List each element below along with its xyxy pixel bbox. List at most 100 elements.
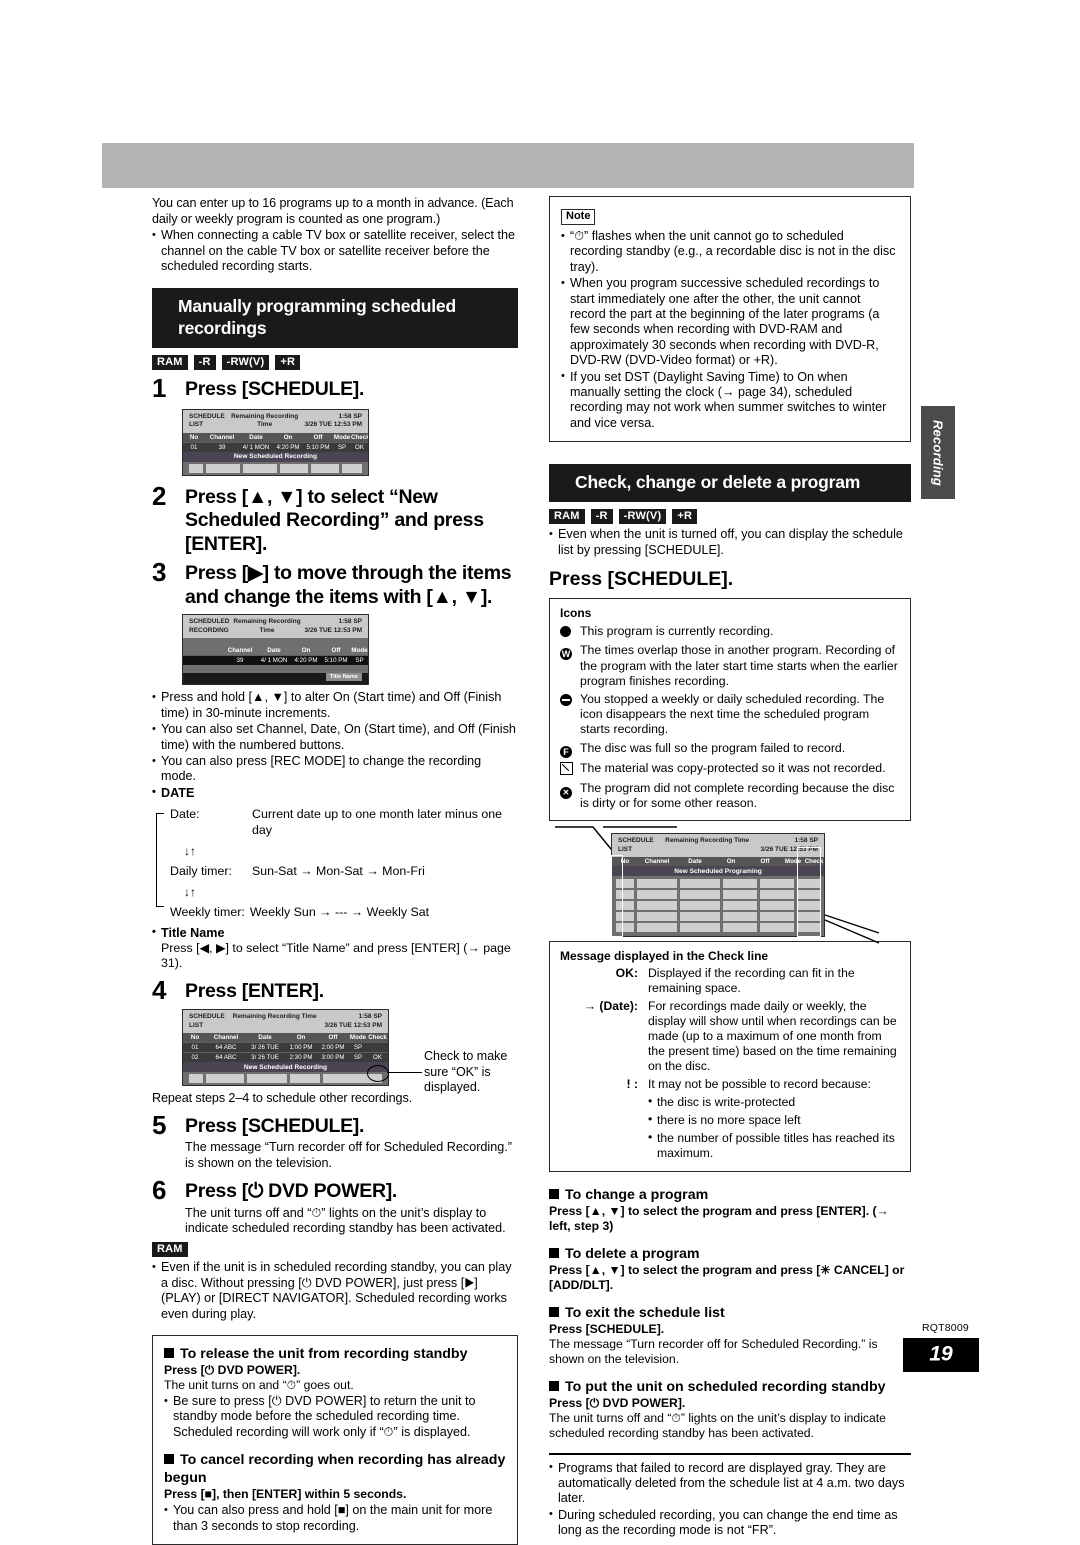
- col-channel: Channel: [644, 858, 670, 866]
- cell-check: OK: [373, 1054, 382, 1062]
- date-value: Weekly Sun → --- → Weekly Sat: [249, 905, 430, 920]
- square-bullet-icon: [549, 1188, 559, 1199]
- step-5: 5 Press [SCHEDULE].: [152, 1112, 518, 1139]
- right-column: Note “⏱” flashes when the unit cannot go…: [549, 196, 911, 1539]
- disc-badges-ram: RAM: [152, 1242, 518, 1258]
- screen-column-headers: No Channel Date On Off Mode Check: [183, 432, 368, 442]
- step-number: 4: [152, 974, 167, 1005]
- col-date: Date: [267, 647, 281, 655]
- release-bullets: Be sure to press [⏻ DVD POWER] to return…: [164, 1394, 506, 1440]
- badge-plusr: +R: [672, 509, 698, 525]
- procedure-bold-change: Press [▲, ▼] to select the program and p…: [549, 1203, 889, 1233]
- release-standby-box: To release the unit from recording stand…: [152, 1335, 518, 1545]
- screen-schedule-list-3-wrap: SCHEDULE LIST Remaining Recording Time 1…: [549, 825, 911, 945]
- check-value: Displayed if the recording can fit in th…: [648, 966, 855, 996]
- icons-title: Icons: [560, 606, 592, 621]
- release-heading: To release the unit from recording stand…: [164, 1345, 506, 1363]
- screen-header: SCHEDULE LIST Remaining Recording Time 1…: [612, 834, 824, 858]
- minus-circle-icon: [560, 692, 580, 738]
- list-item: You can also press [REC MODE] to change …: [152, 754, 518, 785]
- cancel-bullets: You can also press and hold [■] on the m…: [164, 1503, 506, 1534]
- cell-check: OK: [355, 443, 364, 451]
- list-item: When you program successive scheduled re…: [561, 276, 899, 368]
- cell-no: 01: [191, 1044, 199, 1052]
- list-item: the number of possible titles has reache…: [648, 1130, 900, 1161]
- square-bullet-icon: [549, 1380, 559, 1391]
- note-title: Note: [561, 209, 596, 225]
- col-date: Date: [249, 433, 263, 441]
- date-row-date: Date: Current date up to one month later…: [170, 807, 518, 838]
- left-column: You can enter up to 16 programs up to a …: [152, 196, 518, 1545]
- cell-mode: SP: [337, 443, 347, 451]
- col-mode: Mode: [333, 433, 351, 441]
- table-row: 01 64 ABC 3/ 26 TUE 1:00 PM 2:00 PM SP: [183, 1042, 388, 1053]
- cell-off: 2:00 PM: [321, 1044, 345, 1052]
- square-bullet-icon: [164, 1348, 174, 1359]
- col-off: Off: [313, 433, 323, 441]
- note-box: Note “⏱” flashes when the unit cannot go…: [549, 196, 911, 443]
- check-line-row-ok: OK: Displayed if the recording can fit i…: [560, 966, 900, 996]
- col-date: Date: [688, 858, 702, 866]
- badge-ram: RAM: [152, 355, 188, 371]
- cancel-press: Press [■], then [ENTER] within 5 seconds…: [164, 1487, 407, 1502]
- cell-on: 4:20 PM: [294, 657, 318, 665]
- procedure-heading-change: To change a program: [549, 1186, 911, 1204]
- side-tab-label: Recording: [930, 419, 946, 486]
- intro-paragraph: You can enter up to 16 programs up to a …: [152, 196, 514, 226]
- cell-on: 4:20 PM: [276, 443, 300, 451]
- cell-mode: SP: [353, 1044, 363, 1052]
- icon-item: The material was copy-protected so it wa…: [560, 761, 900, 778]
- release-line: The unit turns on and “⏱” goes out.: [164, 1378, 354, 1393]
- check-key: → (Date):: [583, 998, 638, 1013]
- callout-leader-line: [387, 1072, 422, 1074]
- col-no: No: [189, 433, 199, 441]
- list-item: If you set DST (Daylight Saving Time) to…: [561, 369, 899, 432]
- f-circle-icon: F: [560, 741, 580, 758]
- cell-off: 5:10 PM: [306, 443, 330, 451]
- screen-column-headers: Channel Date On Off Mode: [183, 646, 368, 656]
- badge-r: -R: [590, 509, 613, 525]
- icon-text: The disc was full so the program failed …: [580, 740, 846, 755]
- title-name-label: Title Name: [152, 925, 518, 941]
- icon-item: W The times overlap those in another pro…: [560, 643, 900, 689]
- cell-no: 01: [190, 443, 198, 451]
- badge-ram: RAM: [549, 509, 585, 525]
- cell-channel: 64 ABC: [215, 1044, 237, 1052]
- screen-title-line2: LIST: [189, 1021, 204, 1029]
- procedure-bold-standby: Press [⏻ DVD POWER].: [549, 1395, 686, 1410]
- title-name-tab: Title Name: [325, 673, 362, 682]
- check-line-row-date: → (Date): For recordings made daily or w…: [560, 999, 900, 1075]
- col-on: On: [726, 858, 736, 866]
- cell-channel: 39: [218, 443, 226, 451]
- side-tab-recording: Recording: [921, 406, 955, 499]
- section2-bullets: Even when the unit is turned off, you ca…: [549, 527, 911, 558]
- page-number-badge: 19: [903, 1338, 979, 1372]
- badge-rwv: -RW(V): [618, 509, 667, 525]
- icon-text: The times overlap those in another progr…: [580, 643, 898, 688]
- remaining-time-value: 1:58 SP: [338, 618, 363, 626]
- list-item: there is no more space left: [648, 1112, 900, 1128]
- step-number: 3: [152, 557, 167, 588]
- manual-page: You can enter up to 16 programs up to a …: [0, 0, 1080, 1545]
- screen-clock: 3/26 TUE 12:53 PM: [304, 421, 362, 429]
- check-line-row-excl: ! : It may not be possible to record bec…: [560, 1077, 900, 1162]
- date-key: Daily timer:: [170, 864, 232, 879]
- list-item: “⏱” flashes when the unit cannot go to s…: [561, 228, 899, 275]
- list-item: the disc is write-protected: [648, 1094, 900, 1110]
- cell-channel: 64 ABC: [215, 1054, 237, 1062]
- list-item: You can also set Channel, Date, On (Star…: [152, 722, 518, 753]
- date-label: DATE: [152, 785, 518, 801]
- col-mode: Mode: [351, 647, 368, 655]
- square-bullet-icon: [164, 1454, 174, 1465]
- date-key: Weekly timer:: [170, 905, 245, 920]
- screen-column-headers: No Channel Date On Off Mode Check: [612, 857, 824, 867]
- ram-bullets: Even if the unit is in scheduled recordi…: [152, 1260, 518, 1322]
- no-column-highlight: [611, 855, 623, 938]
- footer-divider: [549, 1452, 911, 1460]
- list-item: Press and hold [▲, ▼] to alter On (Start…: [152, 690, 518, 721]
- col-off: Off: [331, 647, 341, 655]
- screen-header: SCHEDULED RECORDING Remaining Recording …: [183, 615, 368, 639]
- icon-item: This program is currently recording.: [560, 624, 900, 640]
- remaining-time-label: Remaining Recording Time: [233, 618, 301, 634]
- screen-title-line1: SCHEDULE: [189, 412, 225, 420]
